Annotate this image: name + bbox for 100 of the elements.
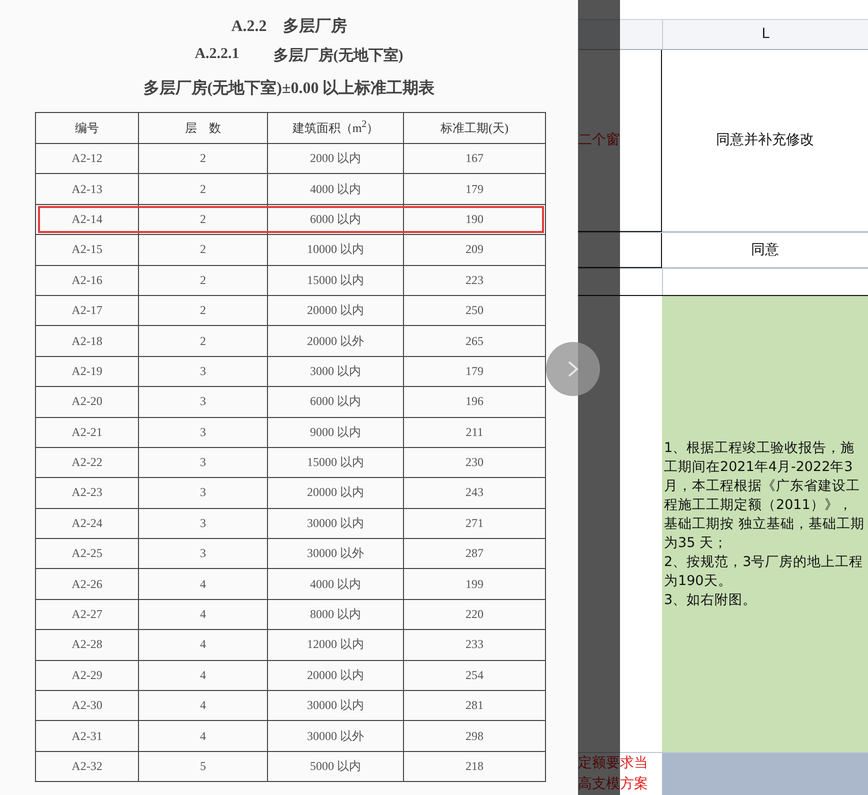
table-cell: 20000 以内: [268, 478, 404, 508]
table-cell: 223: [404, 265, 546, 296]
table-cell: 4: [138, 568, 268, 600]
table-cell: 190: [404, 204, 546, 235]
table-cell: 209: [404, 234, 546, 266]
table-cell: 167: [404, 144, 546, 174]
table-cell: 199: [404, 568, 546, 600]
chevron-right-icon: [567, 360, 579, 378]
table-cell: A2-30: [36, 690, 138, 721]
sheet-cell[interactable]: 1、根据工程竣工验收报告，施工期间在2021年4月-2022年3月，本工程根据《广东省建设工程施工工期定额（2011）》，基础工期按 独立基础，基础工期为35 天； 2、按规范，3号厂房的地上工程为190天。 3、如右附图。: [662, 296, 868, 752]
table-cell: 30000 以外: [268, 538, 404, 569]
table-cell: 3: [138, 417, 268, 448]
table-cell: 196: [404, 386, 546, 418]
table-cell: A2-23: [36, 478, 138, 508]
sheet-cell[interactable]: 同意并补充修改: [662, 50, 868, 232]
table-cell: 6000 以内: [268, 204, 404, 235]
cell-paragraph: 3、如右附图。: [664, 590, 758, 610]
table-cell: A2-17: [36, 295, 138, 326]
table-cell: 179: [404, 174, 546, 204]
table-cell: 218: [404, 751, 546, 782]
table-cell: 20000 以内: [268, 660, 404, 691]
column-header: 标准工期(天): [404, 112, 546, 144]
sheet-cell[interactable]: 同意: [662, 233, 868, 268]
table-cell: A2-19: [36, 356, 138, 387]
table-cell: A2-28: [36, 630, 138, 660]
table-cell: 3: [138, 508, 268, 539]
table-cell: 30000 以内: [268, 690, 404, 721]
table-cell: 20000 以内: [268, 295, 404, 326]
table-cell: A2-12: [36, 144, 138, 174]
table-cell: 2: [138, 326, 268, 356]
table-title: 多层厂房(无地下室)±0.00 以上标准工期表: [142, 78, 436, 99]
table-cell: A2-26: [36, 568, 138, 600]
table-cell: 12000 以内: [268, 630, 404, 660]
table-cell: A2-27: [36, 599, 138, 630]
sheet-cell[interactable]: [578, 233, 662, 268]
table-cell: 2: [138, 265, 268, 296]
table-cell: 287: [404, 538, 546, 569]
table-cell: 281: [404, 690, 546, 721]
table-cell: 271: [404, 508, 546, 539]
table-cell: 233: [404, 630, 546, 660]
table-cell: 30000 以内: [268, 508, 404, 539]
column-header: 层 数: [138, 112, 268, 144]
table-cell: 4: [138, 660, 268, 691]
table-cell: 15000 以内: [268, 447, 404, 478]
table-cell: A2-16: [36, 265, 138, 296]
table-cell: 2: [138, 144, 268, 174]
table-cell: A2-14: [36, 204, 138, 235]
table-cell: 3: [138, 356, 268, 387]
table-cell: 250: [404, 295, 546, 326]
table-cell: 30000 以外: [268, 720, 404, 752]
table-cell: 3: [138, 386, 268, 418]
table-cell: 211: [404, 417, 546, 448]
table-cell: 20000 以外: [268, 326, 404, 356]
document-heading: A.2.2 多层厂房: [230, 16, 348, 37]
table-cell: 5: [138, 751, 268, 782]
table-cell: 2000 以内: [268, 144, 404, 174]
subheading-title: 多层厂房(无地下室): [273, 46, 404, 66]
table-cell: A2-29: [36, 660, 138, 691]
table-cell: 2: [138, 174, 268, 204]
table-cell: 179: [404, 356, 546, 387]
column-header: 编号: [36, 112, 138, 144]
table-cell: A2-25: [36, 538, 138, 569]
table-cell: 4000 以内: [268, 174, 404, 204]
sheet-cell[interactable]: [662, 753, 868, 795]
cell-paragraph: 2、按规范，3号厂房的地上工程为190天。: [664, 552, 864, 591]
table-cell: 5000 以内: [268, 751, 404, 782]
table-cell: A2-32: [36, 751, 138, 782]
table-cell: A2-24: [36, 508, 138, 539]
table-cell: 4000 以内: [268, 568, 404, 600]
table-cell: A2-31: [36, 720, 138, 752]
table-cell: 15000 以内: [268, 265, 404, 296]
table-cell: 298: [404, 720, 546, 752]
table-cell: 2: [138, 295, 268, 326]
column-header: 建筑面积（m$^{2}$）: [268, 112, 404, 144]
table-cell: A2-13: [36, 174, 138, 204]
table-cell: 243: [404, 478, 546, 508]
table-cell: 4: [138, 599, 268, 630]
table-cell: 8000 以内: [268, 599, 404, 630]
table-cell: 4: [138, 720, 268, 752]
table-cell: 6000 以内: [268, 386, 404, 418]
table-cell: 3: [138, 447, 268, 478]
subheading-number: A.2.2.1: [194, 46, 240, 64]
table-cell: 3: [138, 478, 268, 508]
table-cell: A2-21: [36, 417, 138, 448]
table-cell: 4: [138, 630, 268, 660]
table-cell: A2-22: [36, 447, 138, 478]
table-cell: 2: [138, 204, 268, 235]
table-cell: 10000 以内: [268, 234, 404, 266]
table-cell: A2-15: [36, 234, 138, 266]
table-cell: 254: [404, 660, 546, 691]
table-cell: A2-20: [36, 386, 138, 418]
table-cell: 3000 以内: [268, 356, 404, 387]
table-cell: 230: [404, 447, 546, 478]
table-cell: 2: [138, 234, 268, 266]
table-cell: 4: [138, 690, 268, 721]
table-cell: A2-18: [36, 326, 138, 356]
table-cell: 265: [404, 326, 546, 356]
table-cell: 220: [404, 599, 546, 630]
cell-paragraph: 1、根据工程竣工验收报告，施工期间在2021年4月-2022年3月，本工程根据《广东省建设工程施工工期定额（2011）》，基础工期按 独立基础，基础工期为35 天；: [664, 438, 866, 553]
table-cell: 9000 以内: [268, 417, 404, 448]
